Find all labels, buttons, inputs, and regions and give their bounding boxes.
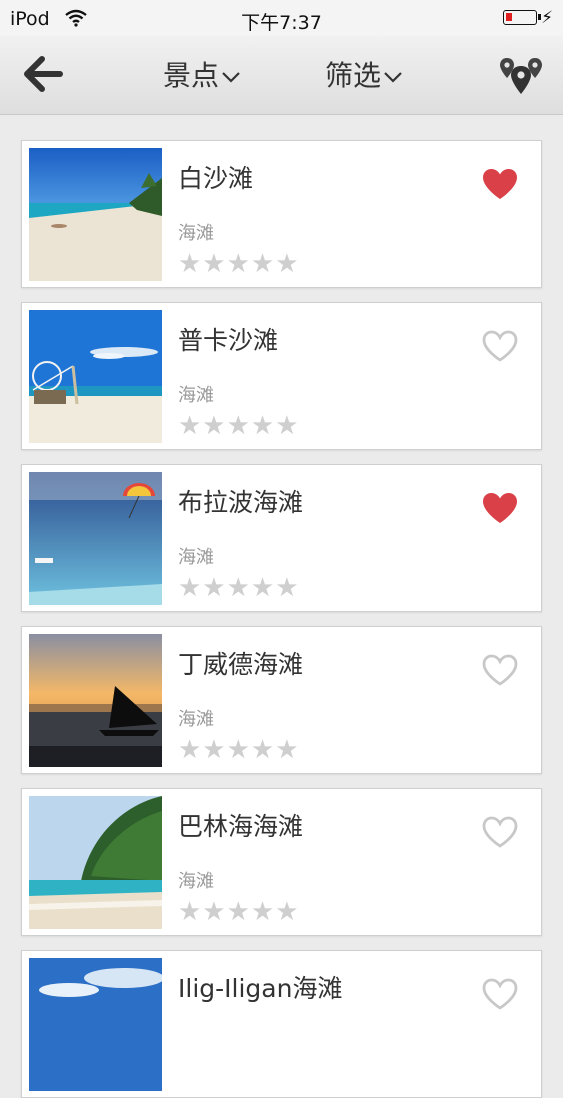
star-rating: ★★★★★ — [178, 249, 300, 279]
tab-sights-label: 景点 — [163, 59, 220, 92]
heart-outline-icon — [482, 978, 518, 1010]
thumbnail-image — [29, 958, 162, 1091]
favorite-button[interactable] — [481, 815, 519, 849]
thumbnail-image — [29, 634, 162, 767]
item-category: 海滩 — [178, 547, 214, 568]
heart-outline-icon — [482, 816, 518, 848]
map-pins-icon — [500, 58, 542, 94]
item-title: 丁威德海滩 — [178, 650, 304, 679]
star-rating: ★★★★★ — [178, 735, 300, 765]
heart-filled-icon — [483, 493, 517, 523]
list-item[interactable]: Ilig-Iligan海滩 — [21, 950, 542, 1098]
heart-outline-icon — [482, 330, 518, 362]
list-item[interactable]: 巴林海海滩 海滩 ★★★★★ — [21, 788, 542, 936]
list-item[interactable]: 普卡沙滩 海滩 ★★★★★ — [21, 302, 542, 450]
tab-filter-dropdown[interactable]: 筛选 — [325, 54, 403, 94]
status-time: 下午7:37 — [241, 12, 322, 34]
list-item[interactable]: 丁威德海滩 海滩 ★★★★★ — [21, 626, 542, 774]
heart-outline-icon — [482, 654, 518, 686]
tab-sights-dropdown[interactable]: 景点 — [163, 54, 241, 94]
thumbnail-image — [29, 148, 162, 281]
star-rating: ★★★★★ — [178, 897, 300, 927]
heart-filled-icon — [483, 169, 517, 199]
back-arrow-icon — [24, 56, 63, 92]
back-button[interactable] — [22, 56, 64, 92]
item-category: 海滩 — [178, 385, 214, 406]
list-item[interactable]: 白沙滩 海滩 ★★★★★ — [21, 140, 542, 288]
thumbnail-image — [29, 310, 162, 443]
item-category: 海滩 — [178, 871, 214, 892]
item-title: 白沙滩 — [178, 164, 254, 193]
thumbnail-image — [29, 796, 162, 929]
item-category: 海滩 — [178, 709, 214, 730]
nav-bar: 景点 筛选 — [0, 36, 563, 115]
list-item[interactable]: 布拉波海滩 海滩 ★★★★★ — [21, 464, 542, 612]
chevron-down-icon — [384, 72, 402, 83]
star-rating: ★★★★★ — [178, 411, 300, 441]
item-title: 巴林海海滩 — [178, 812, 304, 841]
item-title: 布拉波海滩 — [178, 488, 304, 517]
favorite-button[interactable] — [481, 977, 519, 1011]
favorite-button[interactable] — [481, 329, 519, 363]
tab-filter-label: 筛选 — [325, 59, 382, 92]
battery-icon — [503, 10, 541, 25]
status-bar: iPod 下午7:37 ⚡ — [0, 0, 563, 36]
map-button[interactable] — [499, 56, 543, 96]
chevron-down-icon — [222, 72, 240, 83]
star-rating: ★★★★★ — [178, 573, 300, 603]
item-category: 海滩 — [178, 223, 214, 244]
favorite-button[interactable] — [481, 167, 519, 201]
item-title: 普卡沙滩 — [178, 326, 279, 355]
charging-icon: ⚡ — [541, 8, 553, 28]
thumbnail-image — [29, 472, 162, 605]
favorite-button[interactable] — [481, 491, 519, 525]
favorite-button[interactable] — [481, 653, 519, 687]
